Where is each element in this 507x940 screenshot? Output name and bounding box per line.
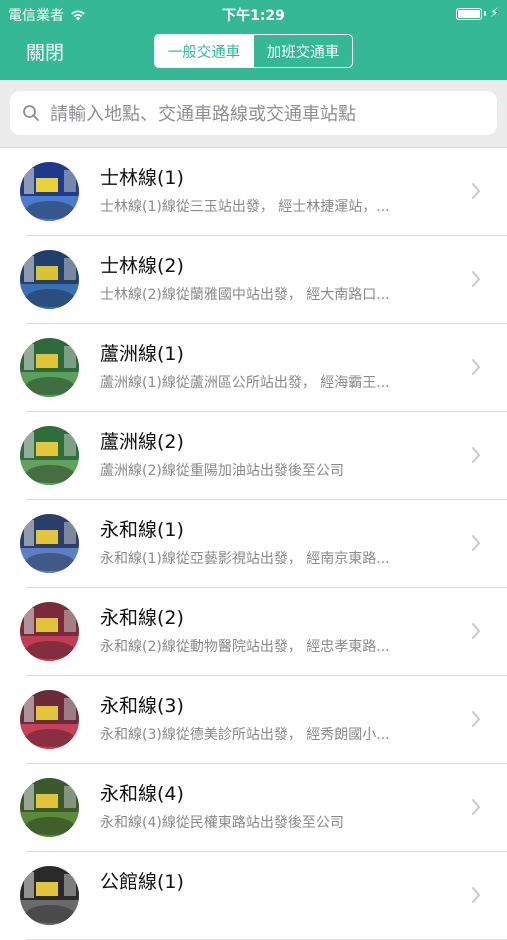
route-row[interactable]: 士林線(1) 士林線(1)線從三玉站出發， 經士林捷運站，... — [0, 148, 507, 236]
route-title: 士林線(2) — [100, 255, 184, 277]
search-icon — [23, 105, 39, 121]
route-row[interactable]: 士林線(2) 士林線(2)線從蘭雅國中站出發， 經大南路口... — [0, 236, 507, 324]
charging-icon: ⚡ — [489, 6, 499, 21]
route-description: 蘆洲線(2)線從重陽加油站出發後至公司 — [100, 463, 344, 479]
route-thumbnail — [20, 250, 79, 309]
route-title: 公館線(1) — [100, 871, 184, 893]
route-row[interactable]: 公館線(1) — [0, 852, 507, 940]
route-description: 永和線(3)線從德美診所站出發， 經秀朗國小... — [100, 727, 390, 743]
search-box — [10, 91, 497, 137]
route-thumbnail — [20, 426, 79, 485]
segment-overtime-shuttle[interactable]: 加班交通車 — [253, 35, 352, 67]
chevron-right-icon — [472, 799, 480, 815]
route-thumbnail — [20, 866, 79, 925]
route-title: 永和線(1) — [100, 519, 184, 541]
route-thumbnail — [20, 690, 79, 749]
route-title: 永和線(2) — [100, 607, 184, 629]
close-button[interactable]: 關閉 — [26, 38, 64, 65]
search-input[interactable] — [48, 91, 492, 137]
search-bar — [0, 80, 507, 148]
status-time: 下午1:29 — [222, 8, 285, 24]
route-description: 蘆洲線(1)線從蘆洲區公所站出發， 經海霸王... — [100, 375, 390, 391]
nav-bar: 關閉 一般交通車 加班交通車 — [0, 26, 507, 80]
route-thumbnail — [20, 778, 79, 837]
route-description: 永和線(4)線從民權東路站出發後至公司 — [100, 815, 344, 831]
chevron-right-icon — [472, 711, 480, 727]
route-type-segmented-control: 一般交通車 加班交通車 — [154, 34, 353, 68]
route-row[interactable]: 永和線(1) 永和線(1)線從亞藝影視站出發， 經南京東路... — [0, 500, 507, 588]
chevron-right-icon — [472, 447, 480, 463]
route-list: 士林線(1) 士林線(1)線從三玉站出發， 經士林捷運站，... 士林線(2) … — [0, 148, 507, 940]
route-description: 士林線(1)線從三玉站出發， 經士林捷運站，... — [100, 199, 390, 215]
route-description: 永和線(1)線從亞藝影視站出發， 經南京東路... — [100, 551, 390, 567]
route-thumbnail — [20, 514, 79, 573]
battery-icon: ⚡ — [455, 6, 499, 21]
route-description: 永和線(2)線從動物醫院站出發， 經忠孝東路... — [100, 639, 390, 655]
route-thumbnail — [20, 162, 79, 221]
route-title: 士林線(1) — [100, 167, 184, 189]
chevron-right-icon — [472, 535, 480, 551]
route-title: 蘆洲線(1) — [100, 343, 184, 365]
route-row[interactable]: 永和線(2) 永和線(2)線從動物醫院站出發， 經忠孝東路... — [0, 588, 507, 676]
chevron-right-icon — [472, 183, 480, 199]
route-title: 永和線(4) — [100, 783, 184, 805]
segment-regular-shuttle[interactable]: 一般交通車 — [155, 35, 253, 67]
route-row[interactable]: 永和線(4) 永和線(4)線從民權東路站出發後至公司 — [0, 764, 507, 852]
chevron-right-icon — [472, 359, 480, 375]
route-title: 永和線(3) — [100, 695, 184, 717]
header: 電信業者 下午1:29 ⚡ 關閉 一般交通車 加班交通車 — [0, 0, 507, 80]
route-row[interactable]: 永和線(3) 永和線(3)線從德美診所站出發， 經秀朗國小... — [0, 676, 507, 764]
route-row[interactable]: 蘆洲線(2) 蘆洲線(2)線從重陽加油站出發後至公司 — [0, 412, 507, 500]
route-title: 蘆洲線(2) — [100, 431, 184, 453]
status-bar: 電信業者 下午1:29 ⚡ — [0, 0, 507, 26]
route-description: 士林線(2)線從蘭雅國中站出發， 經大南路口... — [100, 287, 390, 303]
route-thumbnail — [20, 602, 79, 661]
chevron-right-icon — [472, 887, 480, 903]
route-row[interactable]: 蘆洲線(1) 蘆洲線(1)線從蘆洲區公所站出發， 經海霸王... — [0, 324, 507, 412]
chevron-right-icon — [472, 623, 480, 639]
chevron-right-icon — [472, 271, 480, 287]
route-thumbnail — [20, 338, 79, 397]
